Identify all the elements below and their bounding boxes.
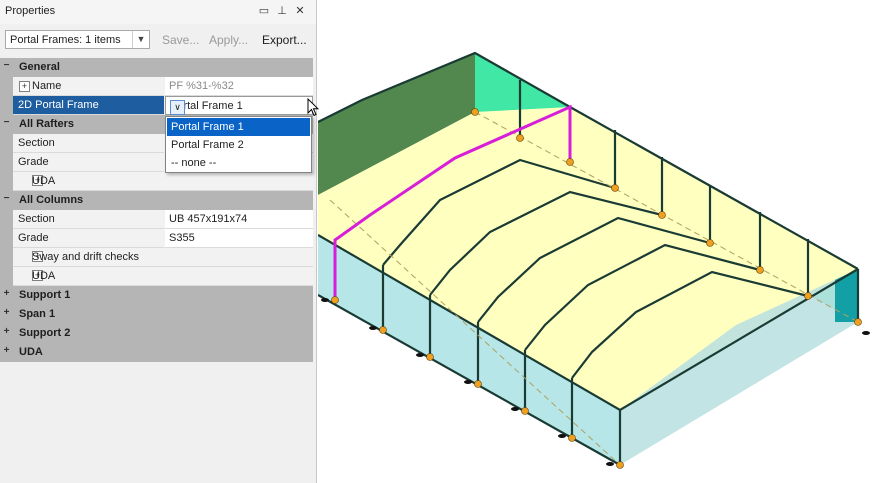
- apply-button[interactable]: Apply...: [209, 33, 248, 47]
- property-label: Section: [18, 137, 55, 149]
- export-button[interactable]: Export...: [262, 33, 307, 47]
- property-label-cell: + UDA: [13, 267, 313, 286]
- property-column-grade[interactable]: Grade S355: [0, 229, 313, 248]
- category-support-2[interactable]: + Support 2: [0, 324, 313, 343]
- pin-icon[interactable]: ⊥: [275, 4, 289, 18]
- row-gutter: [0, 96, 13, 115]
- category-uda[interactable]: + UDA: [0, 343, 313, 362]
- category-label: All Columns: [19, 194, 84, 206]
- category-general[interactable]: − General: [0, 58, 313, 77]
- category-span-1[interactable]: + Span 1: [0, 305, 313, 324]
- category-all-columns[interactable]: − All Columns: [0, 191, 313, 210]
- property-label: Sway and drift checks: [32, 251, 139, 263]
- selection-value: Portal Frames: 1 items: [10, 34, 121, 46]
- category-label: General: [19, 61, 60, 73]
- row-gutter: [0, 267, 13, 286]
- property-column-uda[interactable]: + UDA: [0, 267, 313, 286]
- property-label: Grade: [18, 232, 49, 244]
- property-value: PF %31-%32: [169, 80, 234, 92]
- expand-icon[interactable]: +: [3, 308, 10, 318]
- property-label-cell: Grade: [13, 229, 164, 248]
- chevron-down-icon[interactable]: ∨: [170, 100, 185, 115]
- row-gutter: [0, 172, 13, 191]
- option-label: -- none --: [171, 157, 217, 169]
- dropdown-option-none[interactable]: -- none --: [167, 154, 310, 172]
- mouse-cursor-icon: [307, 98, 319, 117]
- property-label: Name: [32, 80, 62, 92]
- property-value-cell[interactable]: S355: [165, 229, 313, 248]
- expand-icon[interactable]: +: [3, 327, 10, 337]
- expand-icon[interactable]: +: [3, 289, 10, 299]
- property-label-cell: 2D Portal Frame: [13, 96, 164, 115]
- property-sway-drift[interactable]: + Sway and drift checks: [0, 248, 313, 267]
- property-name[interactable]: + Name PF %31-%32: [0, 77, 313, 96]
- expand-icon[interactable]: +: [19, 81, 30, 92]
- model-3d-viewport[interactable]: [318, 0, 873, 483]
- chevron-down-icon[interactable]: ▼: [132, 31, 149, 48]
- portal-frame-dropdown-list: Portal Frame 1 Portal Frame 2 -- none --: [165, 116, 312, 173]
- panel-titlebar: Properties ▭ ⊥ ✕: [0, 0, 316, 24]
- category-label: Span 1: [19, 308, 56, 320]
- panel-toolbar: Portal Frames: 1 items ▼ Save... Apply..…: [0, 28, 316, 52]
- panel-title: Properties: [5, 5, 56, 17]
- option-label: Portal Frame 2: [171, 139, 244, 151]
- property-value: UB 457x191x74: [169, 213, 248, 225]
- property-label: UDA: [32, 270, 56, 282]
- property-rafter-uda[interactable]: + UDA: [0, 172, 313, 191]
- collapse-icon[interactable]: −: [3, 61, 10, 71]
- property-label-cell: Section: [13, 134, 164, 153]
- property-label: UDA: [32, 175, 56, 187]
- collapse-icon[interactable]: −: [3, 118, 10, 128]
- dropdown-option-portal-frame-1[interactable]: Portal Frame 1: [167, 118, 310, 136]
- property-label: Grade: [18, 156, 49, 168]
- property-label-cell: + Sway and drift checks: [13, 248, 313, 267]
- row-gutter: [0, 153, 13, 172]
- category-label: Support 1: [19, 289, 71, 301]
- row-gutter: [0, 134, 13, 153]
- property-column-section[interactable]: Section UB 457x191x74: [0, 210, 313, 229]
- category-label: Support 2: [19, 327, 71, 339]
- category-support-1[interactable]: + Support 1: [0, 286, 313, 305]
- row-gutter: [0, 210, 13, 229]
- close-icon[interactable]: ✕: [293, 4, 307, 18]
- property-value-cell[interactable]: UB 457x191x74: [165, 210, 313, 229]
- row-gutter: [0, 229, 13, 248]
- row-gutter: [0, 77, 13, 96]
- property-label: Section: [18, 213, 55, 225]
- expand-icon[interactable]: +: [3, 346, 10, 356]
- property-2d-portal-frame[interactable]: 2D Portal Frame Portal Frame 1 ∨: [0, 96, 313, 115]
- property-value: S355: [169, 232, 195, 244]
- properties-panel: Properties ▭ ⊥ ✕ Portal Frames: 1 items …: [0, 0, 319, 483]
- collapse-icon[interactable]: −: [3, 194, 10, 204]
- property-value-cell[interactable]: PF %31-%32: [165, 77, 313, 96]
- selection-dropdown[interactable]: Portal Frames: 1 items ▼: [5, 30, 150, 49]
- save-button[interactable]: Save...: [162, 33, 199, 47]
- property-label-cell: Section: [13, 210, 164, 229]
- portal-frame-select[interactable]: Portal Frame 1 ∨: [165, 96, 313, 115]
- property-label-cell: + UDA: [13, 172, 313, 191]
- category-label: All Rafters: [19, 118, 75, 130]
- property-label: 2D Portal Frame: [18, 99, 99, 111]
- category-label: UDA: [19, 346, 43, 358]
- dropdown-option-portal-frame-2[interactable]: Portal Frame 2: [167, 136, 310, 154]
- property-label-cell: + Name: [13, 77, 164, 96]
- maximize-icon[interactable]: ▭: [257, 4, 271, 18]
- option-label: Portal Frame 1: [171, 121, 244, 133]
- property-label-cell: Grade: [13, 153, 164, 172]
- row-gutter: [0, 248, 13, 267]
